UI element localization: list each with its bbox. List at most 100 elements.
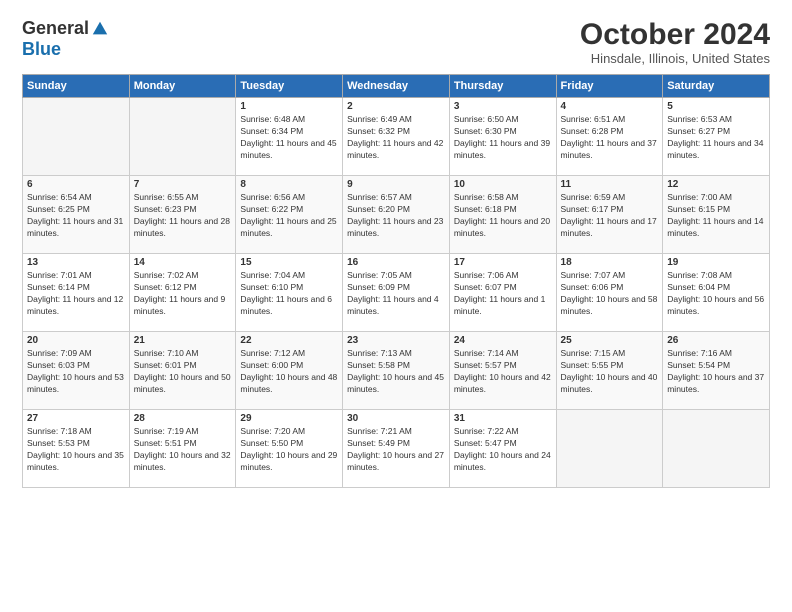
day-detail: Sunrise: 6:50 AM Sunset: 6:30 PM Dayligh…	[454, 114, 552, 162]
calendar-cell-w2-d3: 8 Sunrise: 6:56 AM Sunset: 6:22 PM Dayli…	[236, 176, 343, 254]
day-detail: Sunrise: 7:01 AM Sunset: 6:14 PM Dayligh…	[27, 270, 125, 318]
day-number: 30	[347, 413, 445, 424]
day-detail: Sunrise: 7:16 AM Sunset: 5:54 PM Dayligh…	[667, 348, 765, 396]
calendar-cell-w2-d2: 7 Sunrise: 6:55 AM Sunset: 6:23 PM Dayli…	[129, 176, 236, 254]
day-number: 3	[454, 101, 552, 112]
logo: General Blue	[22, 18, 109, 60]
day-number: 24	[454, 335, 552, 346]
day-number: 14	[134, 257, 232, 268]
day-detail: Sunrise: 6:57 AM Sunset: 6:20 PM Dayligh…	[347, 192, 445, 240]
day-detail: Sunrise: 7:09 AM Sunset: 6:03 PM Dayligh…	[27, 348, 125, 396]
logo-icon	[91, 20, 109, 38]
calendar-cell-w5-d3: 29 Sunrise: 7:20 AM Sunset: 5:50 PM Dayl…	[236, 410, 343, 488]
day-number: 15	[240, 257, 338, 268]
day-number: 27	[27, 413, 125, 424]
day-detail: Sunrise: 7:10 AM Sunset: 6:01 PM Dayligh…	[134, 348, 232, 396]
day-detail: Sunrise: 7:18 AM Sunset: 5:53 PM Dayligh…	[27, 426, 125, 474]
day-number: 31	[454, 413, 552, 424]
calendar-cell-w1-d7: 5 Sunrise: 6:53 AM Sunset: 6:27 PM Dayli…	[663, 98, 770, 176]
header-saturday: Saturday	[663, 75, 770, 98]
day-number: 28	[134, 413, 232, 424]
day-detail: Sunrise: 7:08 AM Sunset: 6:04 PM Dayligh…	[667, 270, 765, 318]
day-detail: Sunrise: 7:21 AM Sunset: 5:49 PM Dayligh…	[347, 426, 445, 474]
day-number: 2	[347, 101, 445, 112]
day-detail: Sunrise: 6:48 AM Sunset: 6:34 PM Dayligh…	[240, 114, 338, 162]
calendar-cell-w4-d2: 21 Sunrise: 7:10 AM Sunset: 6:01 PM Dayl…	[129, 332, 236, 410]
day-number: 29	[240, 413, 338, 424]
calendar-week-5: 27 Sunrise: 7:18 AM Sunset: 5:53 PM Dayl…	[23, 410, 770, 488]
calendar-cell-w5-d4: 30 Sunrise: 7:21 AM Sunset: 5:49 PM Dayl…	[343, 410, 450, 488]
calendar-cell-w2-d1: 6 Sunrise: 6:54 AM Sunset: 6:25 PM Dayli…	[23, 176, 130, 254]
day-detail: Sunrise: 7:15 AM Sunset: 5:55 PM Dayligh…	[561, 348, 659, 396]
calendar-cell-w2-d5: 10 Sunrise: 6:58 AM Sunset: 6:18 PM Dayl…	[449, 176, 556, 254]
header-thursday: Thursday	[449, 75, 556, 98]
day-number: 8	[240, 179, 338, 190]
calendar-header-row: Sunday Monday Tuesday Wednesday Thursday…	[23, 75, 770, 98]
day-number: 5	[667, 101, 765, 112]
header-sunday: Sunday	[23, 75, 130, 98]
day-number: 11	[561, 179, 659, 190]
calendar-cell-w4-d7: 26 Sunrise: 7:16 AM Sunset: 5:54 PM Dayl…	[663, 332, 770, 410]
day-number: 9	[347, 179, 445, 190]
day-number: 21	[134, 335, 232, 346]
day-detail: Sunrise: 7:07 AM Sunset: 6:06 PM Dayligh…	[561, 270, 659, 318]
day-number: 19	[667, 257, 765, 268]
calendar-cell-w3-d2: 14 Sunrise: 7:02 AM Sunset: 6:12 PM Dayl…	[129, 254, 236, 332]
calendar-week-1: 1 Sunrise: 6:48 AM Sunset: 6:34 PM Dayli…	[23, 98, 770, 176]
day-number: 4	[561, 101, 659, 112]
day-number: 17	[454, 257, 552, 268]
calendar-week-2: 6 Sunrise: 6:54 AM Sunset: 6:25 PM Dayli…	[23, 176, 770, 254]
calendar-cell-w1-d5: 3 Sunrise: 6:50 AM Sunset: 6:30 PM Dayli…	[449, 98, 556, 176]
calendar-cell-w2-d6: 11 Sunrise: 6:59 AM Sunset: 6:17 PM Dayl…	[556, 176, 663, 254]
calendar-table: Sunday Monday Tuesday Wednesday Thursday…	[22, 74, 770, 488]
title-section: October 2024 Hinsdale, Illinois, United …	[580, 18, 770, 66]
calendar-cell-w1-d4: 2 Sunrise: 6:49 AM Sunset: 6:32 PM Dayli…	[343, 98, 450, 176]
day-number: 10	[454, 179, 552, 190]
day-number: 25	[561, 335, 659, 346]
day-detail: Sunrise: 6:58 AM Sunset: 6:18 PM Dayligh…	[454, 192, 552, 240]
day-detail: Sunrise: 6:56 AM Sunset: 6:22 PM Dayligh…	[240, 192, 338, 240]
day-detail: Sunrise: 6:49 AM Sunset: 6:32 PM Dayligh…	[347, 114, 445, 162]
day-number: 23	[347, 335, 445, 346]
day-number: 18	[561, 257, 659, 268]
calendar-cell-w1-d6: 4 Sunrise: 6:51 AM Sunset: 6:28 PM Dayli…	[556, 98, 663, 176]
calendar-cell-w5-d6	[556, 410, 663, 488]
calendar-cell-w2-d4: 9 Sunrise: 6:57 AM Sunset: 6:20 PM Dayli…	[343, 176, 450, 254]
calendar-cell-w3-d1: 13 Sunrise: 7:01 AM Sunset: 6:14 PM Dayl…	[23, 254, 130, 332]
day-detail: Sunrise: 6:54 AM Sunset: 6:25 PM Dayligh…	[27, 192, 125, 240]
header-wednesday: Wednesday	[343, 75, 450, 98]
calendar-cell-w1-d2	[129, 98, 236, 176]
calendar-cell-w5-d7	[663, 410, 770, 488]
calendar-week-3: 13 Sunrise: 7:01 AM Sunset: 6:14 PM Dayl…	[23, 254, 770, 332]
calendar-cell-w4-d5: 24 Sunrise: 7:14 AM Sunset: 5:57 PM Dayl…	[449, 332, 556, 410]
calendar-cell-w1-d3: 1 Sunrise: 6:48 AM Sunset: 6:34 PM Dayli…	[236, 98, 343, 176]
day-detail: Sunrise: 6:55 AM Sunset: 6:23 PM Dayligh…	[134, 192, 232, 240]
calendar-cell-w1-d1	[23, 98, 130, 176]
header-tuesday: Tuesday	[236, 75, 343, 98]
calendar-cell-w5-d2: 28 Sunrise: 7:19 AM Sunset: 5:51 PM Dayl…	[129, 410, 236, 488]
day-number: 26	[667, 335, 765, 346]
day-detail: Sunrise: 7:22 AM Sunset: 5:47 PM Dayligh…	[454, 426, 552, 474]
day-detail: Sunrise: 6:51 AM Sunset: 6:28 PM Dayligh…	[561, 114, 659, 162]
calendar-cell-w3-d6: 18 Sunrise: 7:07 AM Sunset: 6:06 PM Dayl…	[556, 254, 663, 332]
header-friday: Friday	[556, 75, 663, 98]
day-detail: Sunrise: 7:06 AM Sunset: 6:07 PM Dayligh…	[454, 270, 552, 318]
day-detail: Sunrise: 7:19 AM Sunset: 5:51 PM Dayligh…	[134, 426, 232, 474]
day-detail: Sunrise: 6:59 AM Sunset: 6:17 PM Dayligh…	[561, 192, 659, 240]
day-number: 6	[27, 179, 125, 190]
day-number: 1	[240, 101, 338, 112]
day-number: 22	[240, 335, 338, 346]
day-detail: Sunrise: 7:05 AM Sunset: 6:09 PM Dayligh…	[347, 270, 445, 318]
day-number: 12	[667, 179, 765, 190]
day-number: 20	[27, 335, 125, 346]
location: Hinsdale, Illinois, United States	[580, 51, 770, 66]
day-detail: Sunrise: 6:53 AM Sunset: 6:27 PM Dayligh…	[667, 114, 765, 162]
logo-general: General	[22, 18, 89, 39]
day-detail: Sunrise: 7:02 AM Sunset: 6:12 PM Dayligh…	[134, 270, 232, 318]
day-detail: Sunrise: 7:20 AM Sunset: 5:50 PM Dayligh…	[240, 426, 338, 474]
calendar-cell-w2-d7: 12 Sunrise: 7:00 AM Sunset: 6:15 PM Dayl…	[663, 176, 770, 254]
calendar-cell-w4-d3: 22 Sunrise: 7:12 AM Sunset: 6:00 PM Dayl…	[236, 332, 343, 410]
header: General Blue October 2024 Hinsdale, Illi…	[22, 18, 770, 66]
day-number: 16	[347, 257, 445, 268]
day-detail: Sunrise: 7:13 AM Sunset: 5:58 PM Dayligh…	[347, 348, 445, 396]
